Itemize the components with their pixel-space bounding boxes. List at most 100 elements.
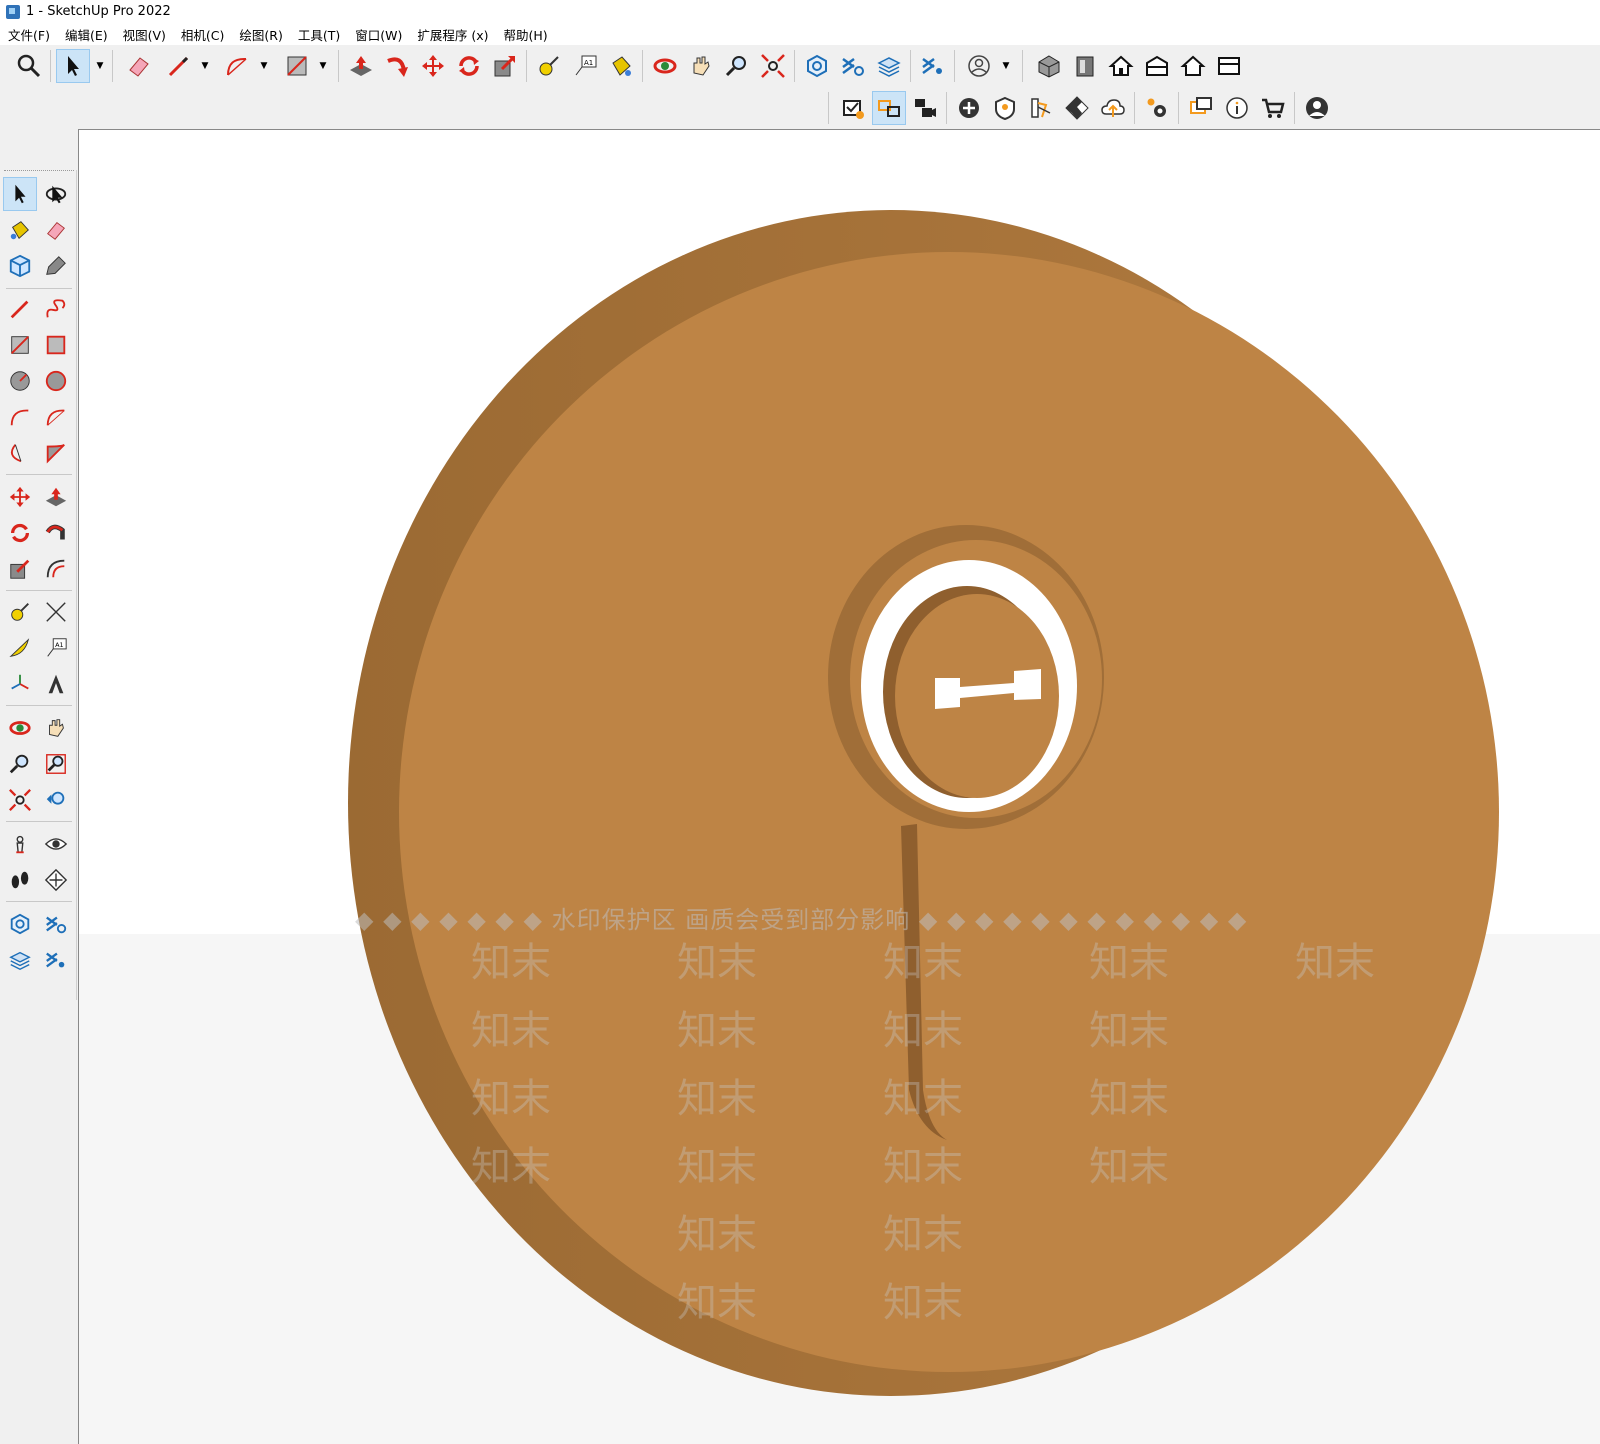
orbit-icon[interactable] (3, 711, 37, 745)
add-icon[interactable] (952, 91, 986, 125)
rectangle-icon[interactable] (3, 328, 37, 362)
menu-extensions[interactable]: 扩展程序 (x) (409, 25, 495, 44)
rotate-icon[interactable] (3, 516, 37, 550)
select-icon[interactable] (56, 49, 90, 83)
info-icon[interactable] (1220, 91, 1254, 125)
axes-icon[interactable] (3, 667, 37, 701)
eraser-icon[interactable] (122, 49, 156, 83)
look-around-icon[interactable] (39, 827, 73, 861)
move-icon[interactable] (3, 480, 37, 514)
house-icon[interactable] (1176, 49, 1210, 83)
warehouse-icon[interactable] (800, 49, 834, 83)
zoom-icon[interactable] (12, 49, 46, 83)
select-dropdown-icon[interactable]: ▼ (93, 49, 107, 83)
layout-icon[interactable] (3, 943, 37, 977)
menu-window[interactable]: 窗口(W) (347, 25, 409, 44)
zoom-icon[interactable] (720, 49, 754, 83)
arc-dropdown-icon[interactable]: ▼ (257, 49, 271, 83)
switch-icon[interactable] (872, 91, 906, 125)
tape-measure-icon[interactable] (532, 49, 566, 83)
account-icon[interactable] (1300, 91, 1334, 125)
two-point-arc-icon[interactable] (39, 400, 73, 434)
pencil-icon[interactable] (162, 49, 196, 83)
position-camera-icon[interactable] (3, 827, 37, 861)
zoom-icon[interactable] (3, 747, 37, 781)
extension-warehouse-icon[interactable] (39, 907, 73, 941)
iso-view-icon[interactable] (1032, 49, 1066, 83)
pencil-icon[interactable] (3, 292, 37, 326)
zoom-extents-icon[interactable] (756, 49, 790, 83)
protractor-icon[interactable] (3, 631, 37, 665)
offset-icon[interactable] (39, 552, 73, 586)
pan-icon[interactable] (39, 711, 73, 745)
front-view-icon[interactable] (1068, 49, 1102, 83)
freehand-icon[interactable] (39, 292, 73, 326)
scale-icon[interactable] (488, 49, 522, 83)
rectangle-icon[interactable] (280, 49, 314, 83)
follow-me-icon[interactable] (39, 516, 73, 550)
paint-bucket-icon[interactable] (604, 49, 638, 83)
checker-icon[interactable] (1060, 91, 1094, 125)
menu-tools[interactable]: 工具(T) (290, 25, 347, 44)
orbit-icon[interactable] (648, 49, 682, 83)
menu-edit[interactable]: 编辑(E) (57, 25, 115, 44)
pie-icon[interactable] (39, 436, 73, 470)
menu-draw[interactable]: 绘图(R) (231, 25, 289, 44)
section-plane-icon[interactable] (39, 863, 73, 897)
dimension-icon[interactable] (39, 595, 73, 629)
video-icon[interactable] (908, 91, 942, 125)
three-point-arc-icon[interactable] (3, 436, 37, 470)
text-icon[interactable]: A1 (568, 49, 602, 83)
paint-bucket-icon[interactable] (3, 213, 37, 247)
profile-icon[interactable] (962, 49, 996, 83)
walk-icon[interactable] (3, 863, 37, 897)
3d-text-icon[interactable] (39, 667, 73, 701)
layout-icon[interactable] (872, 49, 906, 83)
rectangle-dropdown-icon[interactable]: ▼ (316, 49, 330, 83)
profile-dropdown-icon[interactable]: ▼ (999, 49, 1013, 83)
push-pull-icon[interactable] (39, 480, 73, 514)
polygon-icon[interactable] (39, 364, 73, 398)
cart-icon[interactable] (1256, 91, 1290, 125)
menu-help[interactable]: 帮助(H) (496, 25, 555, 44)
arc-icon[interactable] (3, 400, 37, 434)
menu-camera[interactable]: 相机(C) (173, 25, 231, 44)
eraser-icon[interactable] (39, 213, 73, 247)
extension-manager-icon[interactable] (39, 943, 73, 977)
tape-measure-icon[interactable] (3, 595, 37, 629)
comment-icon[interactable] (1184, 91, 1218, 125)
move-icon[interactable] (416, 49, 450, 83)
back-view-icon[interactable] (1212, 49, 1246, 83)
model-viewport[interactable]: ◆ ◆ ◆ ◆ ◆ ◆ ◆ 水印保护区 画质会受到部分影响 ◆ ◆ ◆ ◆ ◆ … (78, 129, 1600, 1444)
zoom-extents-icon[interactable] (3, 783, 37, 817)
style-icon[interactable] (1024, 91, 1058, 125)
arc-icon[interactable] (220, 49, 254, 83)
push-pull-icon[interactable] (344, 49, 378, 83)
extension-manager-icon[interactable] (916, 49, 950, 83)
menu-file[interactable]: 文件(F) (0, 25, 57, 44)
pencil-dropdown-icon[interactable]: ▼ (198, 49, 212, 83)
circle-icon[interactable] (3, 364, 37, 398)
shield-icon[interactable] (988, 91, 1022, 125)
home-view-icon[interactable] (1104, 49, 1138, 83)
rotate-icon[interactable] (452, 49, 486, 83)
pan-icon[interactable] (684, 49, 718, 83)
component-icon[interactable] (3, 249, 37, 283)
zoom-window-icon[interactable] (39, 747, 73, 781)
previous-view-icon[interactable] (39, 783, 73, 817)
top-view-icon[interactable] (1140, 49, 1174, 83)
warehouse-icon[interactable] (3, 907, 37, 941)
cloud-upload-icon[interactable] (1096, 91, 1130, 125)
text-icon[interactable]: A1 (39, 631, 73, 665)
select-icon[interactable] (3, 177, 37, 211)
extension-warehouse-icon[interactable] (836, 49, 870, 83)
orbit-icon[interactable] (39, 177, 73, 211)
menu-view[interactable]: 视图(V) (115, 25, 173, 44)
license-icon[interactable] (836, 91, 870, 125)
follow-me-icon[interactable] (380, 49, 414, 83)
settings-icon[interactable] (1140, 91, 1174, 125)
rotated-rectangle-icon[interactable] (39, 328, 73, 362)
scale-icon[interactable] (3, 552, 37, 586)
watermark-brand: 知末 (883, 1280, 963, 1326)
tag-icon[interactable] (39, 249, 73, 283)
